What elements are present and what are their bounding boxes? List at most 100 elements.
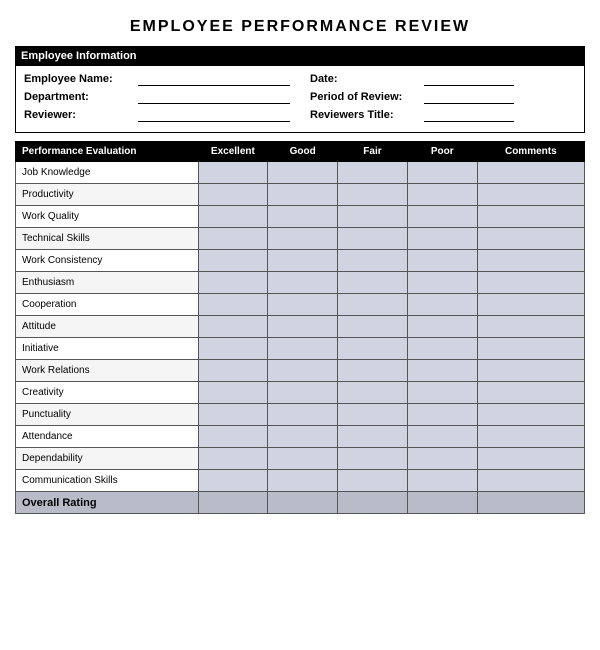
- comments-cell[interactable]: [477, 448, 584, 470]
- overall-cell[interactable]: [198, 492, 268, 514]
- row-label-productivity: Productivity: [16, 184, 199, 206]
- overall-cell[interactable]: [477, 492, 584, 514]
- rating-cell[interactable]: [198, 272, 268, 294]
- rating-cell[interactable]: [338, 360, 408, 382]
- comments-cell[interactable]: [477, 316, 584, 338]
- rating-cell[interactable]: [407, 404, 477, 426]
- date-field[interactable]: [424, 72, 514, 86]
- rating-cell[interactable]: [268, 448, 338, 470]
- rating-cell[interactable]: [407, 316, 477, 338]
- overall-cell[interactable]: [407, 492, 477, 514]
- row-label-work-quality: Work Quality: [16, 206, 199, 228]
- rating-cell[interactable]: [198, 338, 268, 360]
- rating-cell[interactable]: [338, 294, 408, 316]
- comments-cell[interactable]: [477, 404, 584, 426]
- row-label-communication-skills: Communication Skills: [16, 470, 199, 492]
- reviewer-field[interactable]: [138, 108, 290, 122]
- rating-cell[interactable]: [268, 184, 338, 206]
- rating-cell[interactable]: [268, 228, 338, 250]
- rating-cell[interactable]: [268, 316, 338, 338]
- row-label-creativity: Creativity: [16, 382, 199, 404]
- comments-cell[interactable]: [477, 382, 584, 404]
- department-field[interactable]: [138, 90, 290, 104]
- comments-cell[interactable]: [477, 360, 584, 382]
- rating-cell[interactable]: [407, 272, 477, 294]
- rating-cell[interactable]: [338, 206, 408, 228]
- rating-cell[interactable]: [268, 206, 338, 228]
- rating-cell[interactable]: [198, 184, 268, 206]
- rating-cell[interactable]: [407, 448, 477, 470]
- rating-cell[interactable]: [268, 338, 338, 360]
- period-field[interactable]: [424, 90, 514, 104]
- rating-cell[interactable]: [338, 338, 408, 360]
- rating-cell[interactable]: [268, 404, 338, 426]
- rating-cell[interactable]: [338, 316, 408, 338]
- rating-cell[interactable]: [268, 360, 338, 382]
- rating-cell[interactable]: [268, 162, 338, 184]
- comments-cell[interactable]: [477, 294, 584, 316]
- rating-cell[interactable]: [198, 426, 268, 448]
- rating-cell[interactable]: [338, 404, 408, 426]
- rating-cell[interactable]: [407, 228, 477, 250]
- overall-cell[interactable]: [268, 492, 338, 514]
- row-label-job-knowledge: Job Knowledge: [16, 162, 199, 184]
- rating-cell[interactable]: [338, 162, 408, 184]
- overall-rating-row: Overall Rating: [16, 492, 585, 514]
- rating-cell[interactable]: [338, 272, 408, 294]
- row-label-technical-skills: Technical Skills: [16, 228, 199, 250]
- rating-cell[interactable]: [198, 250, 268, 272]
- rating-cell[interactable]: [407, 360, 477, 382]
- rating-cell[interactable]: [338, 448, 408, 470]
- rating-cell[interactable]: [198, 294, 268, 316]
- rating-cell[interactable]: [338, 228, 408, 250]
- rating-cell[interactable]: [198, 382, 268, 404]
- rating-cell[interactable]: [198, 360, 268, 382]
- row-label-enthusiasm: Enthusiasm: [16, 272, 199, 294]
- rating-cell[interactable]: [198, 206, 268, 228]
- rating-cell[interactable]: [407, 470, 477, 492]
- comments-cell[interactable]: [477, 338, 584, 360]
- rating-cell[interactable]: [407, 184, 477, 206]
- rating-cell[interactable]: [268, 250, 338, 272]
- rating-cell[interactable]: [198, 448, 268, 470]
- rating-cell[interactable]: [268, 294, 338, 316]
- comments-cell[interactable]: [477, 250, 584, 272]
- rating-cell[interactable]: [338, 382, 408, 404]
- row-label-attitude: Attitude: [16, 316, 199, 338]
- col-header-good: Good: [268, 142, 338, 162]
- rating-cell[interactable]: [268, 470, 338, 492]
- comments-cell[interactable]: [477, 272, 584, 294]
- rating-cell[interactable]: [198, 470, 268, 492]
- comments-cell[interactable]: [477, 206, 584, 228]
- rating-cell[interactable]: [407, 338, 477, 360]
- rating-cell[interactable]: [198, 162, 268, 184]
- rating-cell[interactable]: [338, 426, 408, 448]
- rating-cell[interactable]: [407, 294, 477, 316]
- row-label-punctuality: Punctuality: [16, 404, 199, 426]
- rating-cell[interactable]: [338, 250, 408, 272]
- rating-cell[interactable]: [338, 470, 408, 492]
- rating-cell[interactable]: [198, 404, 268, 426]
- rating-cell[interactable]: [407, 250, 477, 272]
- rating-cell[interactable]: [407, 206, 477, 228]
- rating-cell[interactable]: [407, 426, 477, 448]
- rating-cell[interactable]: [407, 162, 477, 184]
- overall-cell[interactable]: [338, 492, 408, 514]
- table-row: Work Consistency: [16, 250, 585, 272]
- comments-cell[interactable]: [477, 184, 584, 206]
- rating-cell[interactable]: [407, 382, 477, 404]
- rating-cell[interactable]: [198, 228, 268, 250]
- table-row: Communication Skills: [16, 470, 585, 492]
- reviewers-title-field[interactable]: [424, 108, 514, 122]
- comments-cell[interactable]: [477, 470, 584, 492]
- table-header-row: Performance Evaluation Excellent Good Fa…: [16, 142, 585, 162]
- employee-name-field[interactable]: [138, 72, 290, 86]
- rating-cell[interactable]: [268, 382, 338, 404]
- rating-cell[interactable]: [268, 426, 338, 448]
- rating-cell[interactable]: [338, 184, 408, 206]
- comments-cell[interactable]: [477, 162, 584, 184]
- comments-cell[interactable]: [477, 426, 584, 448]
- rating-cell[interactable]: [268, 272, 338, 294]
- comments-cell[interactable]: [477, 228, 584, 250]
- rating-cell[interactable]: [198, 316, 268, 338]
